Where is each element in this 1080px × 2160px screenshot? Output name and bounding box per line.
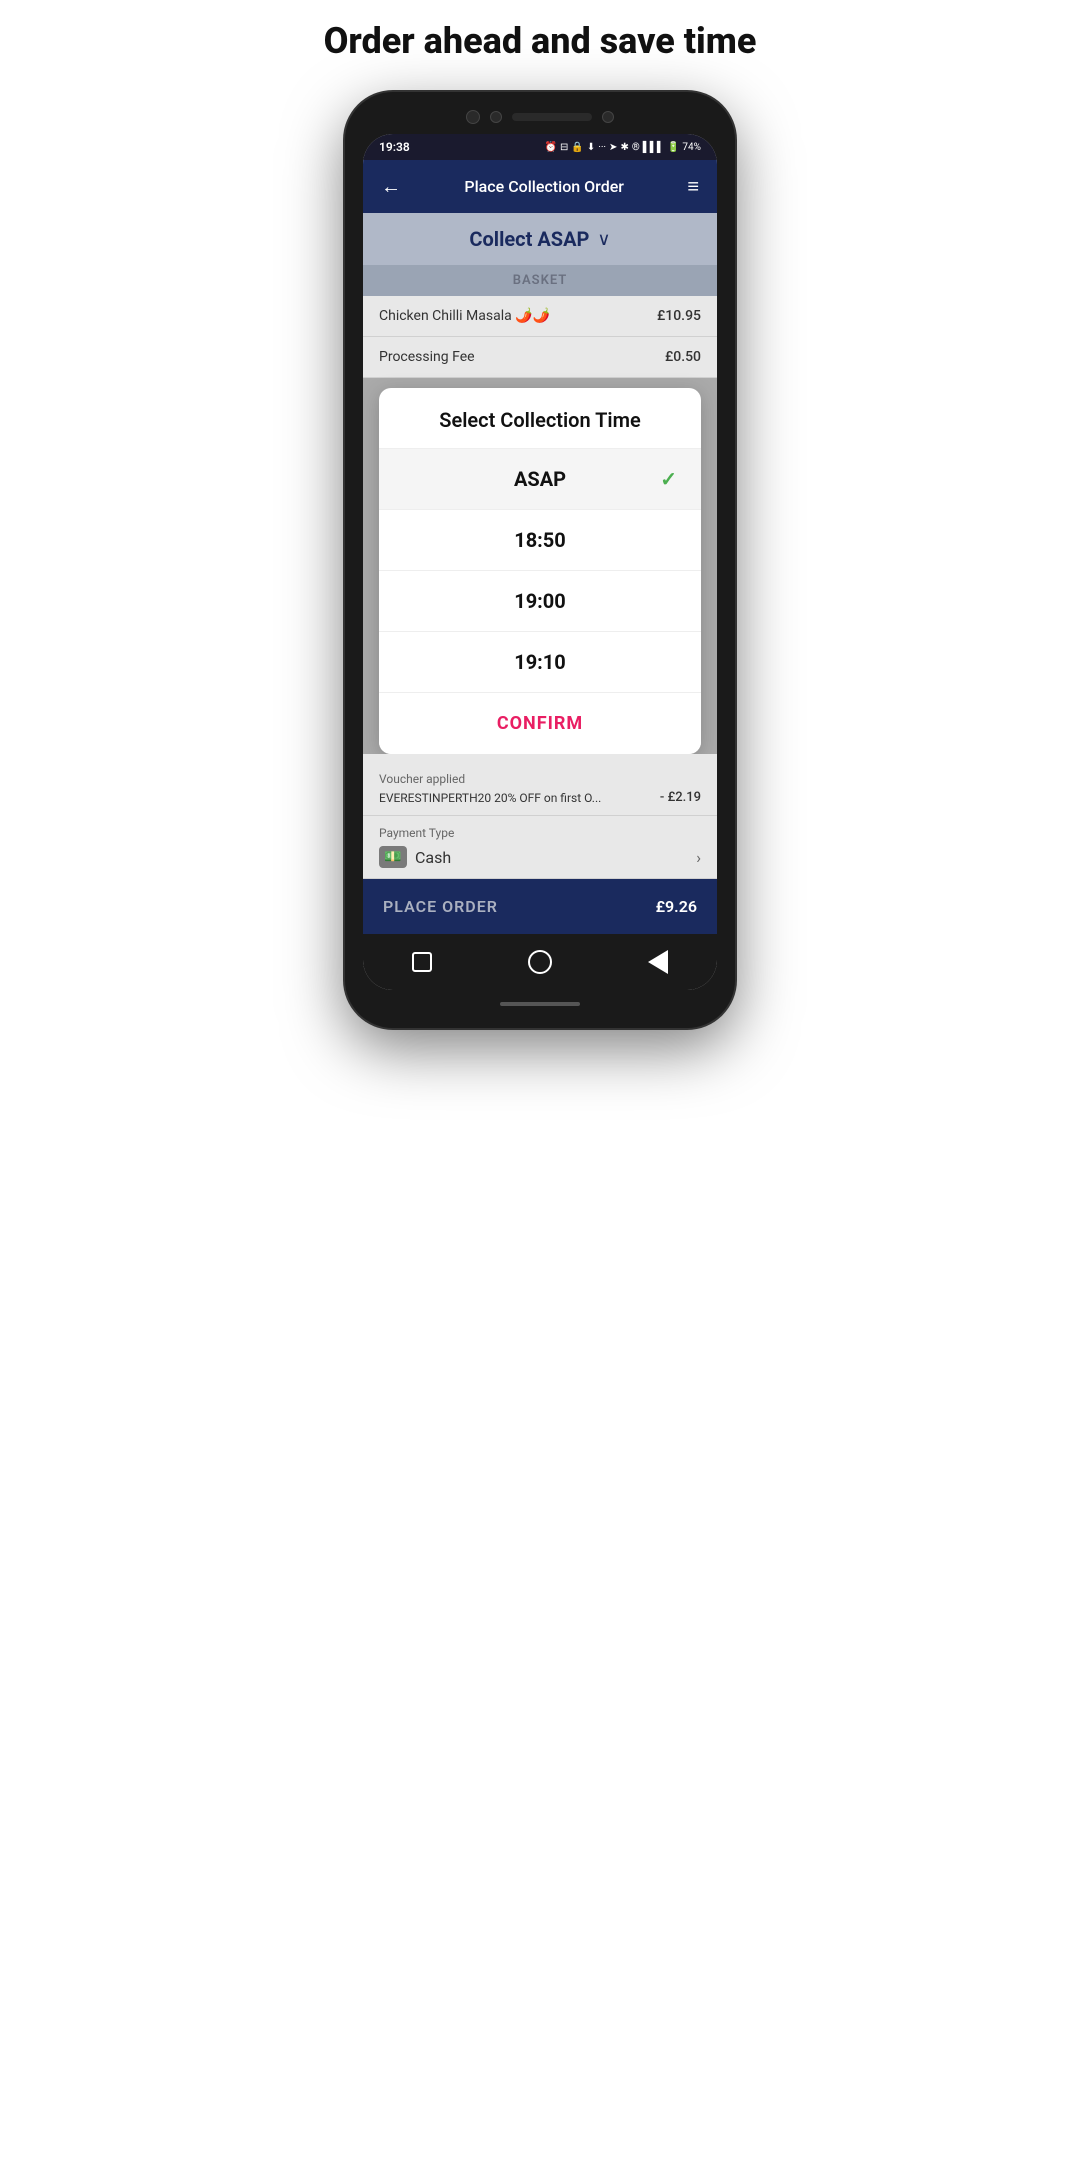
time-option-1900[interactable]: 19:00 [379,571,701,632]
location-icon: ➤ [609,142,617,153]
time-label-1850: 18:50 [514,528,566,552]
time-label-1910: 19:10 [514,650,566,674]
voucher-label: Voucher applied [379,772,701,786]
confirm-button[interactable]: CONFIRM [379,693,701,754]
camera-left [466,110,480,124]
payment-section: Payment Type 💵 Cash › [363,816,717,879]
nav-square-button[interactable] [408,948,436,976]
dots-icon: ··· [598,142,606,153]
collect-banner-text: Collect ASAP [469,227,589,251]
payment-label: Payment Type [379,826,701,840]
modal-title: Select Collection Time [379,388,701,449]
square-icon [412,952,432,972]
order-item-chicken: Chicken Chilli Masala 🌶️🌶️ £10.95 [363,296,717,337]
checkmark-asap: ✓ [660,467,677,491]
r-icon: ® [632,142,640,153]
basket-label: BASKET [363,265,717,296]
signal-icon: ▌▌▌ [643,142,664,153]
collect-banner-chevron: ∨ [597,229,610,250]
item-name-fee: Processing Fee [379,349,475,365]
nav-back-button[interactable] [644,948,672,976]
time-label-1900: 19:00 [514,589,566,613]
phone-screen: 19:38 ⏰ ⊟ 🔒 ⬇ ··· ➤ ✱ ® ▌▌▌ 🔋 74% ← Plac… [363,134,717,990]
time-label-asap: ASAP [514,467,566,491]
bottom-nav [363,934,717,990]
item-price-chicken: £10.95 [657,308,701,324]
status-time: 19:38 [379,140,410,154]
place-order-label: PLACE ORDER [383,897,498,916]
phone-frame: 19:38 ⏰ ⊟ 🔒 ⬇ ··· ➤ ✱ ® ▌▌▌ 🔋 74% ← Plac… [345,92,735,1028]
battery-icon: 🔋 [667,142,679,153]
phone-bottom-bar [363,998,717,1010]
cash-icon: 💵 [379,846,407,868]
item-price-fee: £0.50 [665,349,701,365]
nav-home-button[interactable] [526,948,554,976]
voucher-discount: - £2.19 [660,790,701,805]
alarm-icon: ⏰ [545,142,557,153]
home-indicator [500,1002,580,1006]
bluetooth-icon: ✱ [620,142,628,153]
page-title: Order ahead and save time [284,20,797,62]
payment-left: 💵 Cash [379,846,451,868]
payment-row[interactable]: 💵 Cash › [379,846,701,868]
item-name-chicken: Chicken Chilli Masala 🌶️🌶️ [379,308,550,324]
lock-icon: 🔒 [571,142,583,153]
below-modal: Voucher applied EVERESTINPERTH20 20% OFF… [363,754,717,879]
voucher-row: EVERESTINPERTH20 20% OFF on first O... -… [379,790,701,805]
menu-button[interactable]: ≡ [687,174,699,199]
order-item-fee: Processing Fee £0.50 [363,337,717,378]
time-option-asap[interactable]: ASAP ✓ [379,449,701,510]
camera-center [490,111,502,123]
payment-type: Cash [415,848,451,867]
voucher-code: EVERESTINPERTH20 20% OFF on first O... [379,791,660,805]
modal-overlay: Select Collection Time ASAP ✓ 18:50 19:0… [363,378,717,879]
collect-banner[interactable]: Collect ASAP ∨ [363,213,717,265]
battery-pct: 74% [682,142,701,153]
status-bar: 19:38 ⏰ ⊟ 🔒 ⬇ ··· ➤ ✱ ® ▌▌▌ 🔋 74% [363,134,717,160]
nfc-icon: ⊟ [560,142,568,153]
nav-title: Place Collection Order [464,177,624,196]
camera-right [602,111,614,123]
back-button[interactable]: ← [381,174,401,199]
place-order-price: £9.26 [656,897,697,916]
order-items: Chicken Chilli Masala 🌶️🌶️ £10.95 Proces… [363,296,717,378]
collection-time-modal: Select Collection Time ASAP ✓ 18:50 19:0… [379,388,701,754]
download-icon: ⬇ [587,142,595,153]
voucher-section: Voucher applied EVERESTINPERTH20 20% OFF… [363,762,717,816]
triangle-icon [648,950,668,974]
time-option-1910[interactable]: 19:10 [379,632,701,693]
nav-bar: ← Place Collection Order ≡ [363,160,717,213]
speaker [512,113,592,121]
modal-backdrop: Select Collection Time ASAP ✓ 18:50 19:0… [363,378,717,754]
place-order-bar[interactable]: PLACE ORDER £9.26 [363,879,717,934]
time-option-1850[interactable]: 18:50 [379,510,701,571]
phone-top-bar [363,110,717,124]
status-icons: ⏰ ⊟ 🔒 ⬇ ··· ➤ ✱ ® ▌▌▌ 🔋 74% [545,142,701,153]
payment-chevron: › [696,848,701,867]
circle-icon [528,950,552,974]
